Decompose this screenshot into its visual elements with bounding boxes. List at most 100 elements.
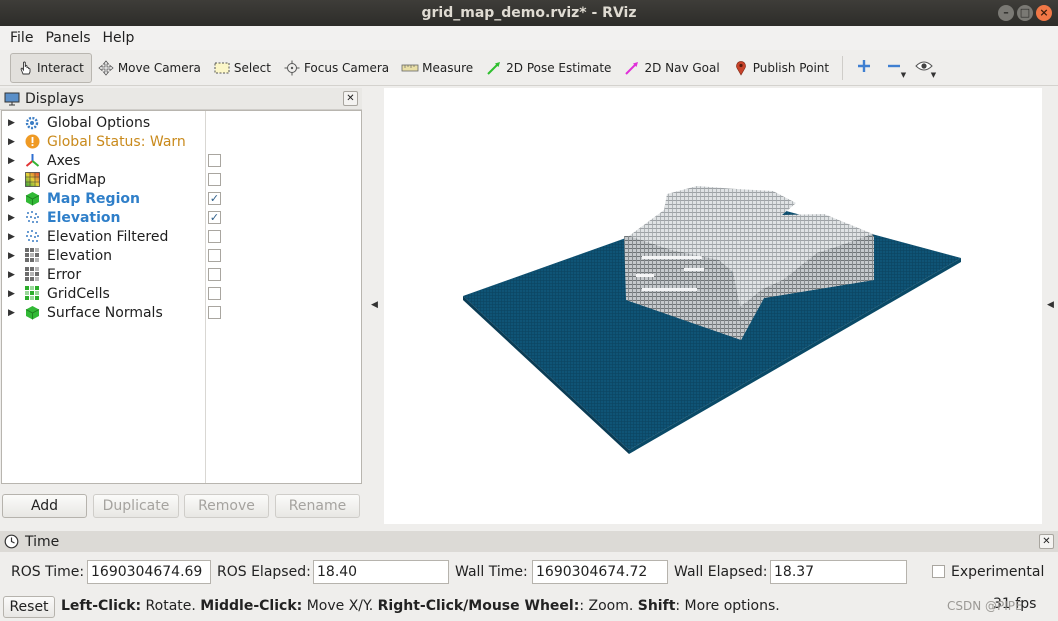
expand-arrow-icon[interactable]: ▶: [8, 251, 16, 261]
axes-icon: [24, 153, 40, 169]
expand-arrow-icon[interactable]: ▶: [8, 137, 16, 147]
green-arrow-icon: [485, 59, 503, 77]
display-item-label: Error: [47, 266, 82, 283]
display-item-surface-normals[interactable]: ▶ Surface Normals: [2, 303, 361, 322]
gridcells-gray-icon: [24, 248, 40, 264]
tool-2d-pose-estimate[interactable]: 2D Pose Estimate: [480, 53, 618, 83]
add-tool-button[interactable]: [849, 53, 879, 83]
display-item-label: GridMap: [47, 171, 106, 188]
display-enable-checkbox[interactable]: [208, 173, 221, 186]
wall-elapsed-label: Wall Elapsed:: [674, 564, 768, 580]
display-item-global-status[interactable]: ▶ Global Status: Warn: [2, 132, 361, 151]
display-item-label: Elevation: [47, 247, 113, 264]
wall-elapsed-field[interactable]: 18.37: [770, 560, 907, 584]
menu-file[interactable]: File: [4, 30, 39, 46]
ros-elapsed-field[interactable]: 18.40: [313, 560, 449, 584]
experimental-checkbox[interactable]: [932, 565, 945, 578]
expand-arrow-icon[interactable]: ▶: [8, 213, 16, 223]
time-panel: ROS Time: 1690304674.69 ROS Elapsed: 18.…: [0, 557, 1058, 587]
display-enable-checkbox[interactable]: ✓: [208, 211, 221, 224]
magenta-arrow-icon: [623, 59, 641, 77]
green-cube-icon: [24, 191, 40, 207]
map-pin-icon: [732, 59, 750, 77]
maximize-button[interactable]: □: [1017, 5, 1033, 21]
expand-arrow-icon[interactable]: ▶: [8, 270, 16, 280]
display-item-elevation[interactable]: ▶ Elevation ✓: [2, 208, 361, 227]
tool-move-camera[interactable]: Move Camera: [92, 53, 208, 83]
tool-interact[interactable]: Interact: [10, 52, 92, 83]
rename-display-button[interactable]: Rename: [275, 494, 360, 518]
tool-publish-point-label: Publish Point: [752, 60, 830, 75]
tool-measure[interactable]: Measure: [396, 53, 480, 83]
display-item-axes[interactable]: ▶ Axes: [2, 151, 361, 170]
display-enable-checkbox[interactable]: [208, 154, 221, 167]
window-titlebar: grid_map_demo.rviz* - RViz – □ ×: [0, 0, 1058, 26]
ros-time-label: ROS Time:: [11, 564, 85, 580]
wall-time-field[interactable]: 1690304674.72: [532, 560, 668, 584]
left-panel-splitter[interactable]: ◀: [366, 88, 384, 524]
display-item-map-region[interactable]: ▶ Map Region ✓: [2, 189, 361, 208]
tool-2d-nav-goal[interactable]: 2D Nav Goal: [618, 53, 726, 83]
display-item-elevation-cells[interactable]: ▶ Elevation: [2, 246, 361, 265]
remove-tool-button[interactable]: ▼: [879, 53, 909, 83]
hint-key: Shift: [637, 598, 676, 614]
tool-publish-point[interactable]: Publish Point: [727, 53, 836, 83]
display-item-global-options[interactable]: ▶ Global Options: [2, 113, 361, 132]
displays-panel-header: Displays ✕: [0, 88, 362, 110]
display-item-elevation-filtered[interactable]: ▶ Elevation Filtered: [2, 227, 361, 246]
display-enable-checkbox[interactable]: [208, 287, 221, 300]
display-enable-checkbox[interactable]: [208, 230, 221, 243]
close-window-button[interactable]: ×: [1036, 5, 1052, 21]
gear-icon: [24, 115, 40, 131]
display-item-error[interactable]: ▶ Error: [2, 265, 361, 284]
expand-arrow-icon[interactable]: ▶: [8, 175, 16, 185]
display-item-gridcells[interactable]: ▶ GridCells: [2, 284, 361, 303]
display-item-gridmap[interactable]: ▶ GridMap: [2, 170, 361, 189]
menu-help[interactable]: Help: [97, 30, 141, 46]
close-displays-panel-button[interactable]: ✕: [343, 91, 358, 106]
hint-key: Middle-Click:: [200, 598, 303, 614]
green-cube-icon: [24, 305, 40, 321]
expand-arrow-icon[interactable]: ▶: [8, 156, 16, 166]
expand-arrow-icon[interactable]: ▶: [8, 194, 16, 204]
menu-panels-label: Panels: [45, 30, 91, 46]
window-controls: – □ ×: [998, 5, 1052, 21]
display-enable-checkbox[interactable]: [208, 249, 221, 262]
displays-button-row: Add Duplicate Remove Rename: [0, 494, 362, 522]
display-item-label: Surface Normals: [47, 304, 163, 321]
status-bar: Reset Left-Click: Rotate. Middle-Click: …: [0, 594, 1058, 621]
close-time-panel-button[interactable]: ✕: [1039, 534, 1054, 549]
display-item-label: Global Status: Warn: [47, 133, 186, 150]
display-item-label: Elevation: [47, 209, 121, 226]
tool-measure-label: Measure: [422, 60, 474, 75]
mouse-hint-text: Left-Click: Rotate. Middle-Click: Move X…: [61, 598, 780, 614]
expand-arrow-icon[interactable]: ▶: [8, 289, 16, 299]
expand-arrow-icon[interactable]: ▶: [8, 118, 16, 128]
tool-2d-nav-goal-label: 2D Nav Goal: [644, 60, 720, 75]
collapse-left-icon[interactable]: ◀: [371, 300, 378, 310]
window-title: grid_map_demo.rviz* - RViz: [421, 5, 637, 21]
menu-panels[interactable]: Panels: [39, 30, 96, 46]
display-item-label: Map Region: [47, 190, 140, 207]
collapse-right-icon[interactable]: ◀: [1047, 300, 1054, 310]
expand-arrow-icon[interactable]: ▶: [8, 308, 16, 318]
reset-button[interactable]: Reset: [3, 596, 55, 618]
experimental-label: Experimental: [951, 564, 1045, 580]
tool-focus-camera[interactable]: Focus Camera: [278, 53, 396, 83]
duplicate-display-button[interactable]: Duplicate: [93, 494, 179, 518]
display-enable-checkbox[interactable]: ✓: [208, 192, 221, 205]
tool-select[interactable]: Select: [208, 53, 278, 83]
display-enable-checkbox[interactable]: [208, 268, 221, 281]
expand-arrow-icon[interactable]: ▶: [8, 232, 16, 242]
remove-display-button[interactable]: Remove: [184, 494, 269, 518]
display-item-label: GridCells: [47, 285, 110, 302]
ros-time-field[interactable]: 1690304674.69: [87, 560, 211, 584]
add-display-button[interactable]: Add: [2, 494, 87, 518]
chevron-down-icon: ▼: [930, 70, 937, 79]
view-tool-button[interactable]: ▼: [909, 53, 939, 83]
minimize-button[interactable]: –: [998, 5, 1014, 21]
right-panel-splitter[interactable]: ◀: [1044, 88, 1058, 524]
menu-bar: File Panels Help: [0, 26, 1058, 50]
display-enable-checkbox[interactable]: [208, 306, 221, 319]
render-viewport[interactable]: [384, 88, 1042, 524]
